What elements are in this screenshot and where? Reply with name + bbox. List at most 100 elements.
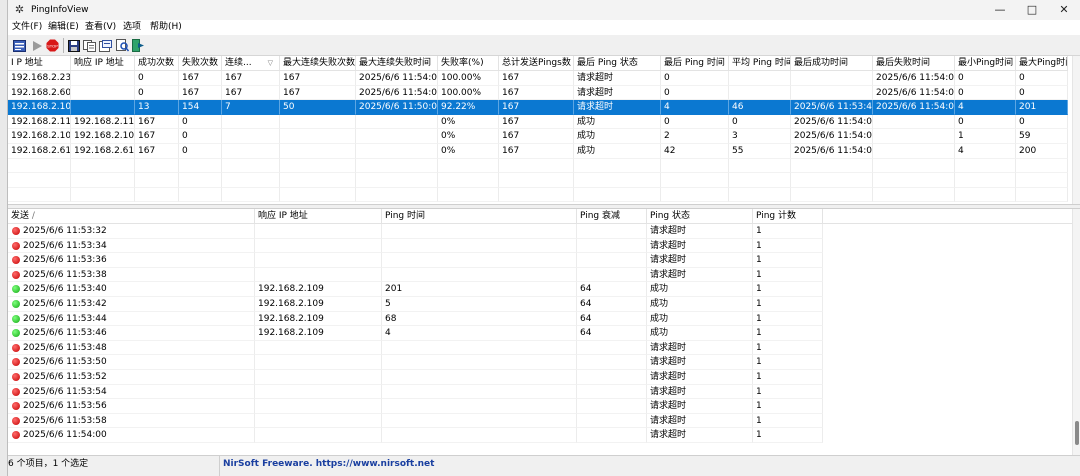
table-cell — [955, 187, 1016, 203]
table-row[interactable] — [8, 187, 1068, 203]
failure-status-icon — [12, 227, 20, 235]
table-cell: 167 — [135, 129, 179, 144]
table-cell — [577, 355, 647, 370]
history-row[interactable]: 2025/6/6 11:53:56 请求超时 1 — [8, 399, 1072, 414]
history-row[interactable]: 2025/6/6 11:53:50 请求超时 1 — [8, 355, 1072, 370]
title-bar[interactable]: ✲ PingInfoView — □ ✕ — [8, 0, 1080, 20]
column-header[interactable]: 响应 IP 地址 — [71, 56, 135, 71]
scrollbar-thumb[interactable] — [1075, 421, 1079, 445]
history-row[interactable]: 2025/6/6 11:53:46 192.168.2.109 4 64 成功 1 — [8, 326, 1072, 341]
table-cell: 0 — [661, 114, 729, 130]
column-header[interactable]: Ping 计数 — [753, 209, 823, 224]
history-row[interactable]: 2025/6/6 11:53:54 请求超时 1 — [8, 384, 1072, 400]
table-cell — [356, 187, 438, 203]
minimize-icon[interactable]: — — [984, 0, 1016, 20]
column-header[interactable]: 发送 ∕ — [8, 209, 255, 224]
history-row[interactable]: 2025/6/6 11:53:52 请求超时 1 — [8, 370, 1072, 385]
column-header[interactable]: 最小Ping时间 — [955, 56, 1016, 71]
table-cell: 192.168.2.109 — [255, 311, 382, 327]
history-row[interactable]: 2025/6/6 11:54:00 请求超时 1 — [8, 428, 1072, 443]
history-row[interactable]: 2025/6/6 11:53:36 请求超时 1 — [8, 253, 1072, 268]
table-cell: 请求超时 — [574, 71, 661, 86]
history-row[interactable]: 2025/6/6 11:53:48 请求超时 1 — [8, 340, 1072, 356]
column-header[interactable]: 失败率(%) — [438, 56, 499, 71]
table-cell: 0 — [1016, 71, 1068, 86]
column-header[interactable]: Ping 时间 — [382, 209, 577, 224]
table-cell: 192.168.2.108 — [8, 129, 71, 144]
table-row[interactable]: 192.168.2.232 0 167 167 167 2025/6/6 11:54:01… — [8, 71, 1068, 86]
menu-help[interactable]: 帮助(H) — [148, 22, 184, 33]
column-header[interactable]: 平均 Ping 时间 — [729, 56, 791, 71]
table-cell — [382, 413, 577, 429]
column-header[interactable]: I P 地址 — [8, 56, 71, 71]
table-cell — [577, 224, 647, 239]
menu-edit[interactable]: 编辑(E) — [46, 22, 81, 33]
table-cell — [255, 340, 382, 356]
table-cell — [873, 158, 955, 174]
column-header[interactable]: 最后 Ping 状态 — [574, 56, 661, 71]
menu-options[interactable]: 选项 — [121, 22, 143, 33]
table-row[interactable]: 192.168.2.110 192.168.2.110 167 0 0% 167 成功 0 0 2… — [8, 114, 1068, 130]
sort-indicator-icon: ▽ — [267, 59, 273, 67]
table-row[interactable]: 192.168.2.60 0 167 167 167 2025/6/6 11:54:01 1… — [8, 85, 1068, 101]
table-cell — [222, 129, 280, 144]
column-header[interactable]: 最后成功时间 — [791, 56, 873, 71]
table-row[interactable] — [8, 158, 1068, 174]
properties-icon[interactable] — [12, 38, 27, 53]
table-row[interactable]: 192.168.2.109 13 154 7 50 2025/6/6 11:50:07 92… — [8, 100, 1068, 115]
table-row[interactable] — [8, 173, 1068, 188]
stop-icon[interactable]: STOP — [45, 38, 60, 53]
menu-view[interactable]: 查看(V) — [83, 22, 118, 33]
history-row[interactable]: 2025/6/6 11:53:44 192.168.2.109 68 64 成功 1 — [8, 311, 1072, 327]
column-header[interactable]: 最大连续失败时间 — [356, 56, 438, 71]
table-cell: 167 — [280, 71, 356, 86]
column-header[interactable]: 连续... ▽ — [222, 56, 280, 71]
status-item-count: 6 个项目，1 个选定 — [8, 456, 220, 476]
ping-hosts-table[interactable]: I P 地址 响应 IP 地址 成功次数 失败次数 连续... ▽ 最大连续失败次数 最大连… — [8, 56, 1072, 204]
table-cell — [135, 158, 179, 174]
table-cell — [356, 144, 438, 159]
column-header[interactable]: Ping 衰减 — [577, 209, 647, 224]
history-row[interactable]: 2025/6/6 11:53:32 请求超时 1 — [8, 224, 1072, 239]
table-cell: 0 — [1016, 85, 1068, 101]
menu-file[interactable]: 文件(F) — [10, 22, 44, 33]
table-cell — [8, 187, 71, 203]
table-cell: 201 — [1016, 100, 1068, 115]
column-header[interactable]: 响应 IP 地址 — [255, 209, 382, 224]
column-header[interactable]: Ping 状态 — [647, 209, 753, 224]
play-icon[interactable] — [29, 38, 44, 53]
column-header[interactable]: 总计发送Pings数 — [499, 56, 574, 71]
history-row[interactable]: 2025/6/6 11:53:58 请求超时 1 — [8, 413, 1072, 429]
column-header[interactable]: 成功次数 — [135, 56, 179, 71]
table-cell: 1 — [753, 428, 823, 443]
column-header[interactable]: 最后失败时间 — [873, 56, 955, 71]
copy-icon[interactable] — [82, 38, 97, 53]
table-cell: 4 — [955, 100, 1016, 115]
history-row[interactable]: 2025/6/6 11:53:38 请求超时 1 — [8, 267, 1072, 283]
history-row[interactable]: 2025/6/6 11:53:34 请求超时 1 — [8, 238, 1072, 254]
column-header[interactable]: 最大连续失败次数 — [280, 56, 356, 71]
table-cell: 2025/6/6 11:53:46 — [8, 326, 255, 341]
maximize-icon[interactable]: □ — [1016, 0, 1048, 20]
find-icon[interactable] — [115, 38, 130, 53]
history-row[interactable]: 2025/6/6 11:53:42 192.168.2.109 5 64 成功 1 — [8, 297, 1072, 312]
top-vertical-scrollbar[interactable] — [1072, 56, 1080, 204]
exit-icon[interactable] — [131, 38, 146, 53]
table-cell: 167 — [135, 144, 179, 159]
table-row[interactable]: 192.168.2.61 192.168.2.61 167 0 0% 167 成功 42 55 2… — [8, 144, 1068, 159]
bottom-vertical-scrollbar[interactable] — [1072, 209, 1080, 455]
nirsoft-link[interactable]: NirSoft Freeware. https://www.nirsoft.ne… — [223, 456, 434, 476]
column-header[interactable]: 最后 Ping 时间 — [661, 56, 729, 71]
sent-time: 2025/6/6 11:53:52 — [23, 372, 107, 382]
column-header[interactable]: 失败次数 — [179, 56, 222, 71]
table-cell: 2025/6/6 11:54:00 — [8, 428, 255, 443]
column-header[interactable]: 最大Ping时间 — [1016, 56, 1068, 71]
html-report-icon[interactable] — [98, 38, 113, 53]
table-row[interactable]: 192.168.2.108 192.168.2.108 167 0 0% 167 成功 2 3 2… — [8, 129, 1068, 144]
history-row[interactable]: 2025/6/6 11:53:40 192.168.2.109 201 64 成功 1 — [8, 282, 1072, 297]
save-icon[interactable] — [66, 38, 81, 53]
table-cell — [71, 173, 135, 188]
close-icon[interactable]: ✕ — [1048, 0, 1080, 20]
table-cell: 请求超时 — [647, 399, 753, 414]
ping-history-table[interactable]: 发送 ∕ 响应 IP 地址 Ping 时间 Ping 衰减 Ping 状态 Ping 计数… — [8, 209, 1072, 455]
